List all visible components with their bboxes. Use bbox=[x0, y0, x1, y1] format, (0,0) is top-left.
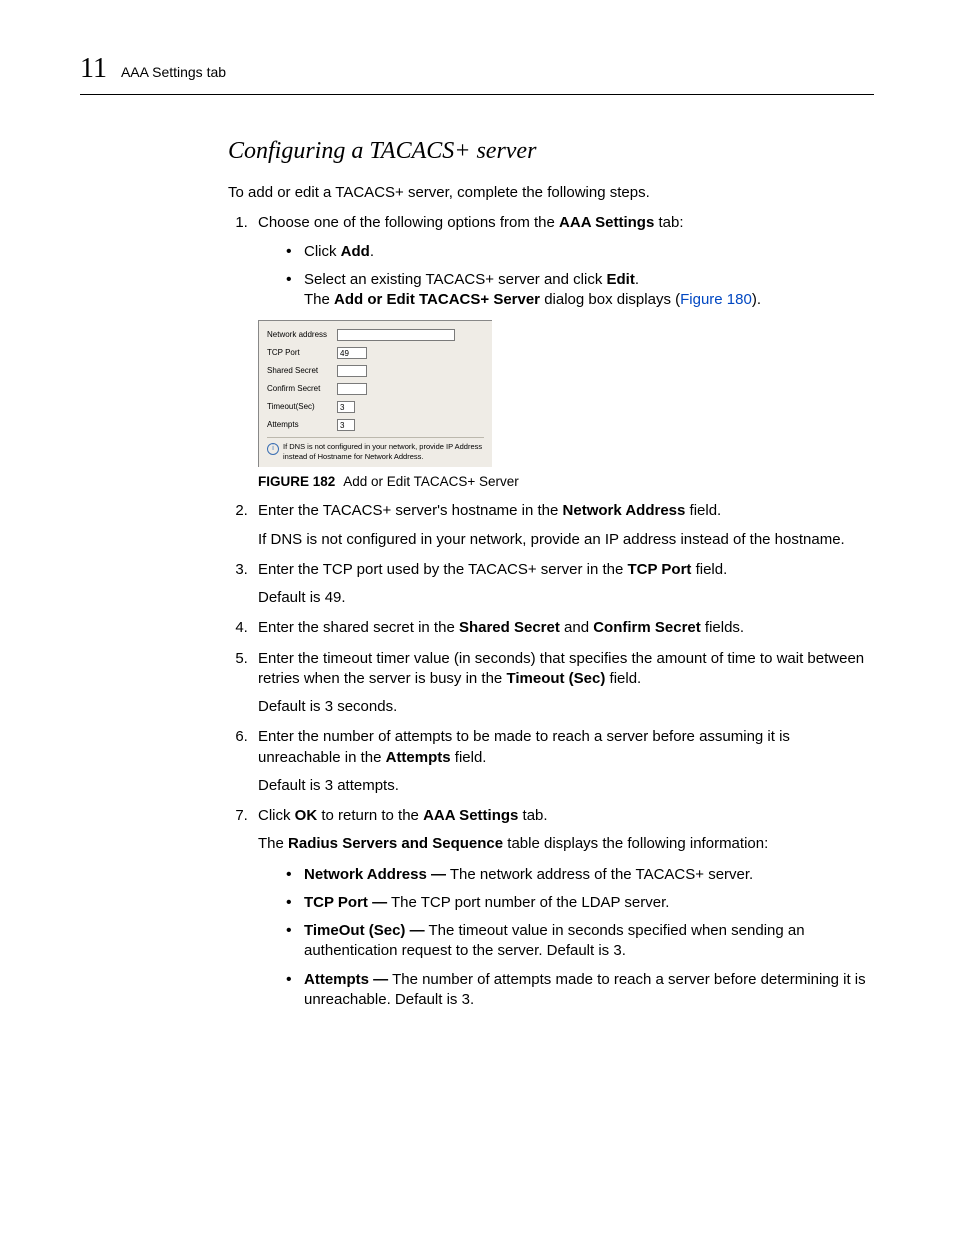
info-icon: i bbox=[267, 443, 279, 455]
s7-mid: to return to the bbox=[317, 807, 423, 824]
dlg-label-network-address: Network address bbox=[267, 330, 337, 341]
s7-sub-lead: The bbox=[258, 835, 288, 852]
s7-b2: AAA Settings bbox=[423, 807, 518, 824]
tacacs-dialog: Network address TCP Port 49 Shared Secre… bbox=[258, 320, 492, 467]
step1-bullets: Click Add. Select an existing TACACS+ se… bbox=[286, 242, 874, 311]
step-2: Enter the TACACS+ server's hostname in t… bbox=[252, 501, 874, 550]
s6-bold: Attempts bbox=[386, 749, 451, 766]
s7-bullet-attempts: Attempts — The number of attempts made t… bbox=[286, 970, 874, 1011]
b1-lead: Click bbox=[304, 243, 341, 260]
step1-aaa-settings: AAA Settings bbox=[559, 214, 654, 231]
dlg-label-timeout: Timeout(Sec) bbox=[267, 402, 337, 413]
s5-bold: Timeout (Sec) bbox=[506, 670, 605, 687]
step1-tail: tab: bbox=[654, 214, 683, 231]
b1-tail: . bbox=[370, 243, 374, 260]
steps-list: Choose one of the following options from… bbox=[228, 213, 874, 1010]
b2-bold: Edit bbox=[607, 271, 635, 288]
dlg-label-tcp-port: TCP Port bbox=[267, 348, 337, 359]
dlg-note: If DNS is not configured in your network… bbox=[283, 442, 484, 461]
s7b1-bold: Network Address — bbox=[304, 866, 446, 883]
sub-lead: The bbox=[304, 291, 334, 308]
dialog-figure: Network address TCP Port 49 Shared Secre… bbox=[258, 320, 874, 491]
dlg-label-confirm-secret: Confirm Secret bbox=[267, 384, 337, 395]
s7-bullet-timeout: TimeOut (Sec) — The timeout value in sec… bbox=[286, 921, 874, 962]
step-7: Click OK to return to the AAA Settings t… bbox=[252, 806, 874, 1010]
section-title: Configuring a TACACS+ server bbox=[228, 135, 874, 167]
s7-b1: OK bbox=[295, 807, 318, 824]
dlg-input-network-address[interactable] bbox=[337, 329, 455, 341]
sub-tail: ). bbox=[752, 291, 761, 308]
step-4: Enter the shared secret in the Shared Se… bbox=[252, 618, 874, 638]
s7-bullet-network-address: Network Address — The network address of… bbox=[286, 865, 874, 885]
s4-lead: Enter the shared secret in the bbox=[258, 619, 459, 636]
s6-lead: Enter the number of attempts to be made … bbox=[258, 728, 790, 765]
s2-bold: Network Address bbox=[563, 502, 686, 519]
s5-note: Default is 3 seconds. bbox=[258, 697, 874, 717]
b2-tail: . bbox=[635, 271, 639, 288]
step-1: Choose one of the following options from… bbox=[252, 213, 874, 491]
running-title: AAA Settings tab bbox=[121, 63, 226, 82]
dlg-input-confirm-secret[interactable] bbox=[337, 383, 367, 395]
figure-caption: FIGURE 182 Add or Edit TACACS+ Server bbox=[258, 473, 874, 491]
s2-tail: field. bbox=[685, 502, 721, 519]
s7b2-bold: TCP Port — bbox=[304, 894, 387, 911]
s7-lead: Click bbox=[258, 807, 295, 824]
dlg-label-shared-secret: Shared Secret bbox=[267, 366, 337, 377]
sub-bold: Add or Edit TACACS+ Server bbox=[334, 291, 540, 308]
s4-tail: fields. bbox=[701, 619, 744, 636]
s3-tail: field. bbox=[691, 561, 727, 578]
dlg-input-tcp-port[interactable]: 49 bbox=[337, 347, 367, 359]
s7b4-bold: Attempts — bbox=[304, 971, 388, 988]
page-header: 11 AAA Settings tab bbox=[80, 50, 874, 95]
step1-bullet-edit: Select an existing TACACS+ server and cl… bbox=[286, 270, 874, 311]
dlg-input-attempts[interactable]: 3 bbox=[337, 419, 355, 431]
s7-sub-tail: table displays the following information… bbox=[503, 835, 768, 852]
dlg-label-attempts: Attempts bbox=[267, 420, 337, 431]
s7-tail: tab. bbox=[518, 807, 547, 824]
chapter-number: 11 bbox=[80, 50, 107, 88]
s7b2-text: The TCP port number of the LDAP server. bbox=[387, 894, 669, 911]
s3-lead: Enter the TCP port used by the TACACS+ s… bbox=[258, 561, 628, 578]
figure-link[interactable]: Figure 180 bbox=[680, 291, 752, 308]
s5-tail: field. bbox=[605, 670, 641, 687]
s2-lead: Enter the TACACS+ server's hostname in t… bbox=[258, 502, 563, 519]
s3-note: Default is 49. bbox=[258, 588, 874, 608]
s7-sub: The Radius Servers and Sequence table di… bbox=[258, 834, 874, 854]
dlg-divider bbox=[267, 437, 484, 438]
s6-tail: field. bbox=[451, 749, 487, 766]
s3-bold: TCP Port bbox=[628, 561, 692, 578]
s7-bullet-tcp-port: TCP Port — The TCP port number of the LD… bbox=[286, 893, 874, 913]
s4-b1: Shared Secret bbox=[459, 619, 560, 636]
figure-caption-text: Add or Edit TACACS+ Server bbox=[343, 474, 518, 489]
step1-sub: The Add or Edit TACACS+ Server dialog bo… bbox=[304, 290, 874, 310]
dlg-input-shared-secret[interactable] bbox=[337, 365, 367, 377]
step-3: Enter the TCP port used by the TACACS+ s… bbox=[252, 560, 874, 609]
b1-bold: Add bbox=[341, 243, 370, 260]
figure-number: FIGURE 182 bbox=[258, 474, 335, 489]
s7b1-text: The network address of the TACACS+ serve… bbox=[446, 866, 753, 883]
content-area: Configuring a TACACS+ server To add or e… bbox=[228, 135, 874, 1010]
s4-b2: Confirm Secret bbox=[593, 619, 701, 636]
step-5: Enter the timeout timer value (in second… bbox=[252, 649, 874, 718]
s4-mid: and bbox=[560, 619, 593, 636]
intro-paragraph: To add or edit a TACACS+ server, complet… bbox=[228, 183, 874, 203]
page: 11 AAA Settings tab Configuring a TACACS… bbox=[0, 0, 954, 1235]
dlg-input-timeout[interactable]: 3 bbox=[337, 401, 355, 413]
step1-bullet-add: Click Add. bbox=[286, 242, 874, 262]
step-6: Enter the number of attempts to be made … bbox=[252, 727, 874, 796]
s7b3-bold: TimeOut (Sec) — bbox=[304, 922, 425, 939]
s7-sub-bold: Radius Servers and Sequence bbox=[288, 835, 503, 852]
s7b4-text: The number of attempts made to reach a s… bbox=[304, 971, 866, 1008]
sub-mid: dialog box displays ( bbox=[540, 291, 680, 308]
s6-note: Default is 3 attempts. bbox=[258, 776, 874, 796]
s2-note: If DNS is not configured in your network… bbox=[258, 530, 874, 550]
step1-lead: Choose one of the following options from… bbox=[258, 214, 559, 231]
step7-bullets: Network Address — The network address of… bbox=[286, 865, 874, 1011]
b2-lead: Select an existing TACACS+ server and cl… bbox=[304, 271, 607, 288]
